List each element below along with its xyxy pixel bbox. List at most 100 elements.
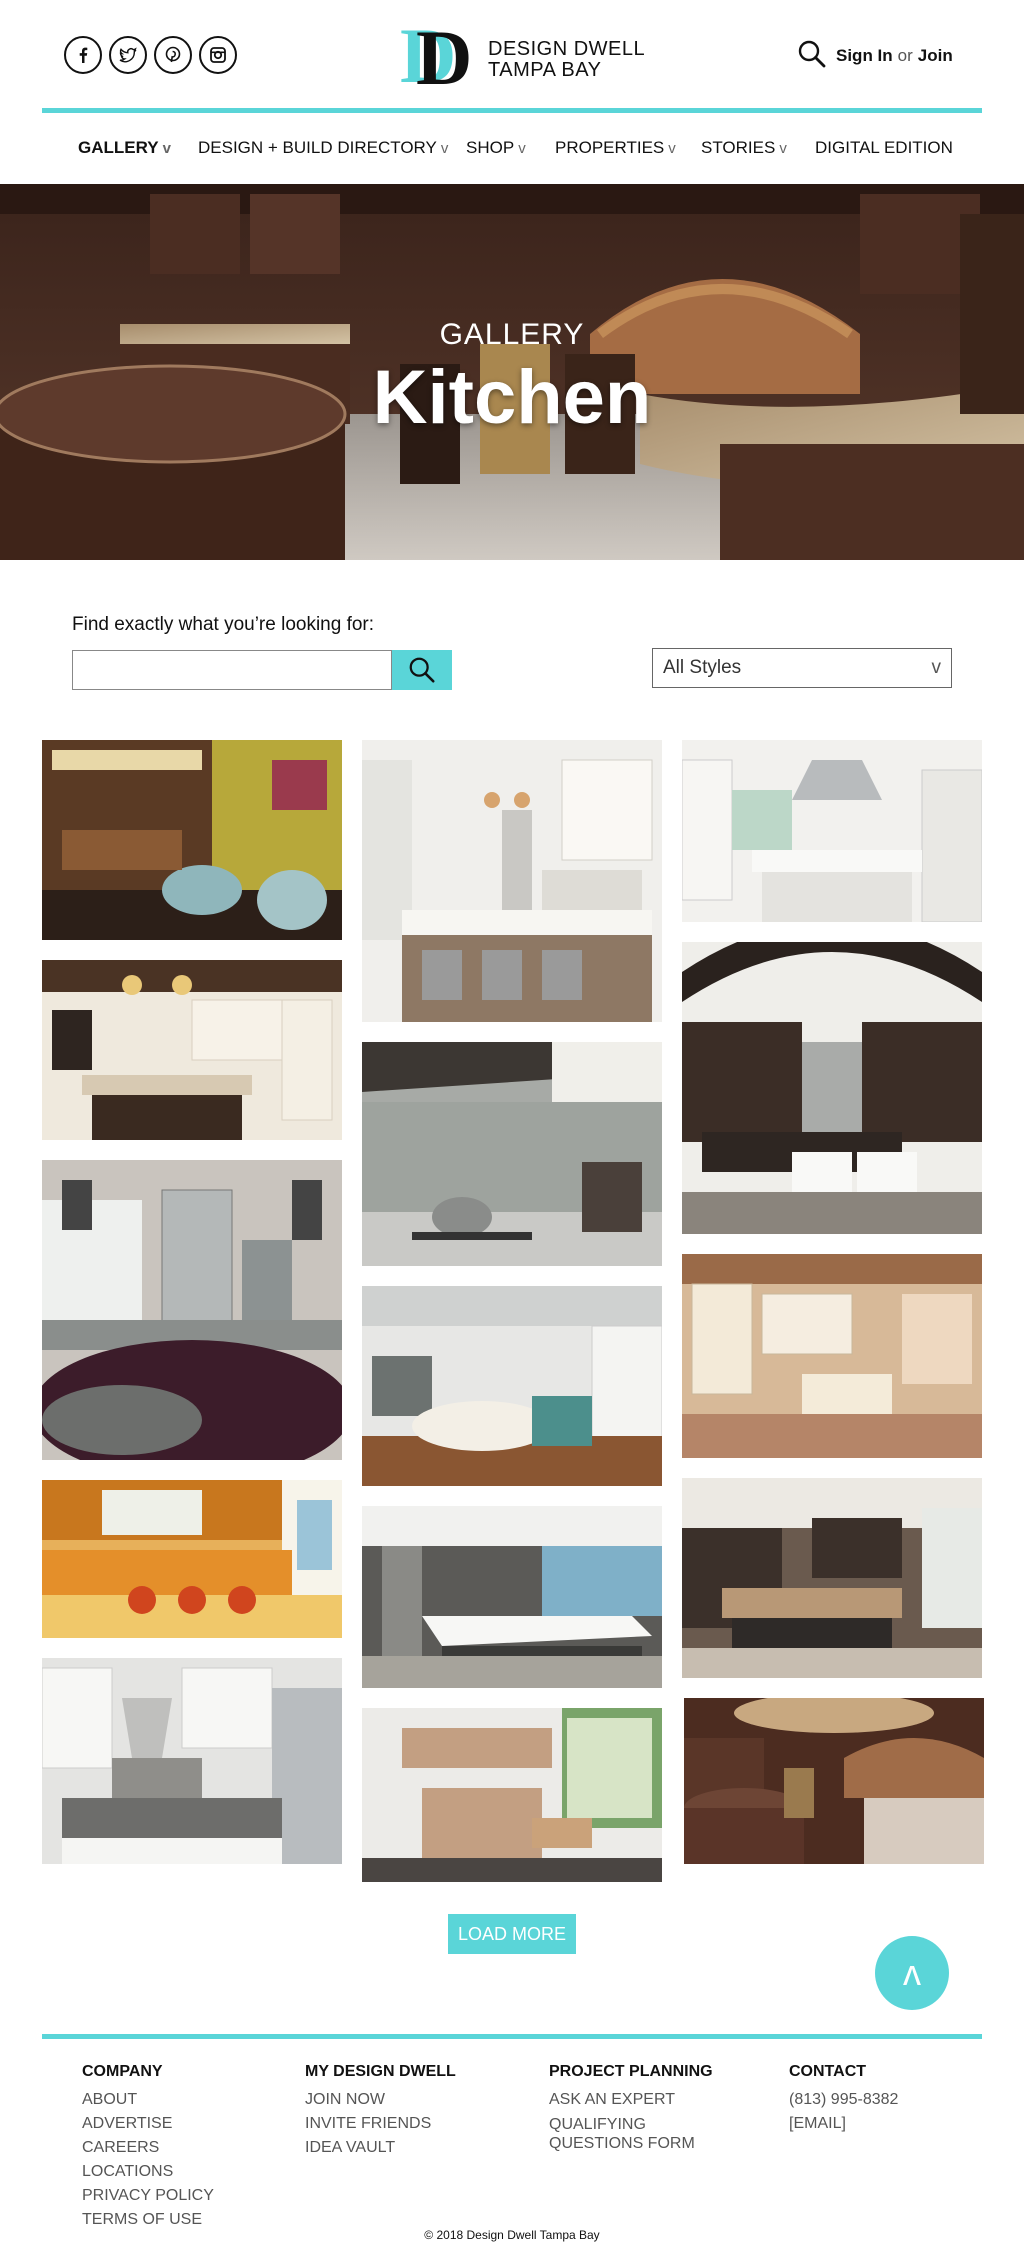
account-links: Sign In or Join <box>836 46 953 66</box>
hero-banner: GALLERY Kitchen <box>0 184 1024 560</box>
gallery-image <box>42 1658 342 1864</box>
chevron-down-icon: v <box>779 140 787 157</box>
social-links <box>64 36 237 74</box>
gallery-image <box>362 1708 662 1882</box>
footer-email[interactable]: [EMAIL] <box>789 2112 898 2136</box>
footer-link-idea-vault[interactable]: IDEA VAULT <box>305 2136 456 2160</box>
facebook-icon[interactable] <box>64 36 102 74</box>
gallery-item[interactable] <box>682 942 982 1234</box>
instagram-icon[interactable] <box>199 36 237 74</box>
gallery-item[interactable] <box>362 740 662 1022</box>
gallery-item[interactable] <box>42 1480 342 1638</box>
hero-label: GALLERY <box>439 318 585 351</box>
nav-label: PROPERTIES <box>555 138 665 157</box>
gallery-item[interactable] <box>682 1254 982 1458</box>
copyright: © 2018 Design Dwell Tampa Bay <box>424 2228 600 2242</box>
gallery-item[interactable] <box>42 740 342 940</box>
chevron-down-icon: v <box>518 140 526 157</box>
chevron-down-icon: v <box>440 140 449 157</box>
sign-in-link[interactable]: Sign In <box>836 46 893 65</box>
footer-link-ask-expert[interactable]: ASK AN EXPERT <box>549 2088 713 2112</box>
page-title: Kitchen <box>372 355 652 440</box>
gallery-image <box>362 1506 662 1688</box>
gallery-item[interactable] <box>682 1478 982 1678</box>
gallery-image <box>42 740 342 940</box>
footer-link-join-now[interactable]: JOIN NOW <box>305 2088 456 2112</box>
gallery-item[interactable] <box>362 1286 662 1486</box>
search-prompt: Find exactly what you’re looking for: <box>72 614 375 635</box>
footer-column-contact: CONTACT (813) 995-8382 [EMAIL] <box>789 2063 898 2136</box>
chevron-down-icon: v <box>668 140 676 157</box>
logo-line-2: TAMPA BAY <box>488 59 602 81</box>
gallery-image <box>682 740 982 922</box>
chevron-down-icon: v <box>162 140 171 157</box>
footer-divider <box>42 2034 982 2039</box>
gallery-item[interactable] <box>682 740 982 922</box>
footer-link-invite-friends[interactable]: INVITE FRIENDS <box>305 2112 456 2136</box>
nav-label: DIGITAL EDITION <box>815 138 953 157</box>
search-input[interactable] <box>72 650 392 690</box>
footer-column-company: COMPANY ABOUT ADVERTISE CAREERS LOCATION… <box>82 2063 214 2232</box>
nav-label: DESIGN + BUILD DIRECTORY <box>198 138 437 157</box>
search-button[interactable] <box>392 650 452 690</box>
gallery-image <box>362 1042 662 1266</box>
footer-heading: PROJECT PLANNING <box>549 2063 713 2080</box>
twitter-icon[interactable] <box>109 36 147 74</box>
logo-mark: D D <box>400 18 472 90</box>
style-filter-value: All Styles <box>663 657 742 678</box>
gallery-image <box>42 960 342 1140</box>
footer-link-locations[interactable]: LOCATIONS <box>82 2160 214 2184</box>
gallery-image <box>682 942 982 1234</box>
footer-link-privacy[interactable]: PRIVACY POLICY <box>82 2184 214 2208</box>
svg-text:D: D <box>416 18 472 90</box>
pinterest-icon[interactable] <box>154 36 192 74</box>
gallery-image <box>684 1698 984 1864</box>
footer-link-about[interactable]: ABOUT <box>82 2088 214 2112</box>
site-logo[interactable]: D D DESIGN DWELL TAMPA BAY <box>400 18 645 90</box>
logo-line-1: DESIGN DWELL <box>488 38 646 60</box>
nav-label: STORIES <box>701 138 776 157</box>
footer-heading: CONTACT <box>789 2063 867 2080</box>
nav-gallery[interactable]: GALLERY v <box>78 138 171 158</box>
search-icon[interactable] <box>796 38 828 70</box>
load-more-button[interactable]: LOAD MORE <box>448 1914 576 1954</box>
footer-phone[interactable]: (813) 995-8382 <box>789 2088 898 2112</box>
gallery-image <box>682 1254 982 1458</box>
footer-heading: COMPANY <box>82 2063 163 2080</box>
gallery-item[interactable] <box>42 960 342 1140</box>
gallery-item[interactable] <box>42 1160 342 1460</box>
gallery-item[interactable] <box>684 1698 984 1864</box>
nav-stories[interactable]: STORIES v <box>701 138 787 158</box>
back-to-top-button[interactable]: ʌ <box>875 1936 949 2010</box>
style-filter-select[interactable]: All Styles v <box>652 648 952 688</box>
chevron-up-icon: ʌ <box>903 1952 921 1993</box>
search-icon <box>409 657 435 683</box>
footer-link-qualifying[interactable]: QUALIFYING <box>549 2115 713 2134</box>
footer-heading: MY DESIGN DWELL <box>305 2063 456 2080</box>
header-divider <box>42 108 982 113</box>
footer-link-advertise[interactable]: ADVERTISE <box>82 2112 214 2136</box>
gallery-image <box>362 1286 662 1486</box>
gallery-image <box>362 740 662 1022</box>
nav-label: SHOP <box>466 138 515 157</box>
footer-column-my-design-dwell: MY DESIGN DWELL JOIN NOW INVITE FRIENDS … <box>305 2063 456 2160</box>
chevron-down-icon: v <box>931 657 942 678</box>
gallery-item[interactable] <box>362 1506 662 1688</box>
gallery-item[interactable] <box>362 1708 662 1882</box>
gallery-image <box>682 1478 982 1678</box>
site-header: D D DESIGN DWELL TAMPA BAY Sign In or Join <box>0 0 1024 112</box>
nav-properties[interactable]: PROPERTIES v <box>555 138 676 158</box>
gallery-item[interactable] <box>42 1658 342 1864</box>
footer-column-project-planning: PROJECT PLANNING ASK AN EXPERT QUALIFYIN… <box>549 2063 713 2153</box>
footer-link-questions-form[interactable]: QUESTIONS FORM <box>549 2134 713 2153</box>
nav-label: GALLERY <box>78 138 159 157</box>
or-text: or <box>897 46 913 65</box>
footer-link-careers[interactable]: CAREERS <box>82 2136 214 2160</box>
main-nav: GALLERY v DESIGN + BUILD DIRECTORY v SHOP v… <box>0 132 1024 164</box>
nav-digital-edition[interactable]: DIGITAL EDITION <box>815 138 953 158</box>
join-link[interactable]: Join <box>918 46 953 65</box>
gallery-image <box>42 1480 342 1638</box>
gallery-item[interactable] <box>362 1042 662 1266</box>
nav-directory[interactable]: DESIGN + BUILD DIRECTORY v <box>198 138 448 158</box>
nav-shop[interactable]: SHOP v <box>466 138 526 158</box>
